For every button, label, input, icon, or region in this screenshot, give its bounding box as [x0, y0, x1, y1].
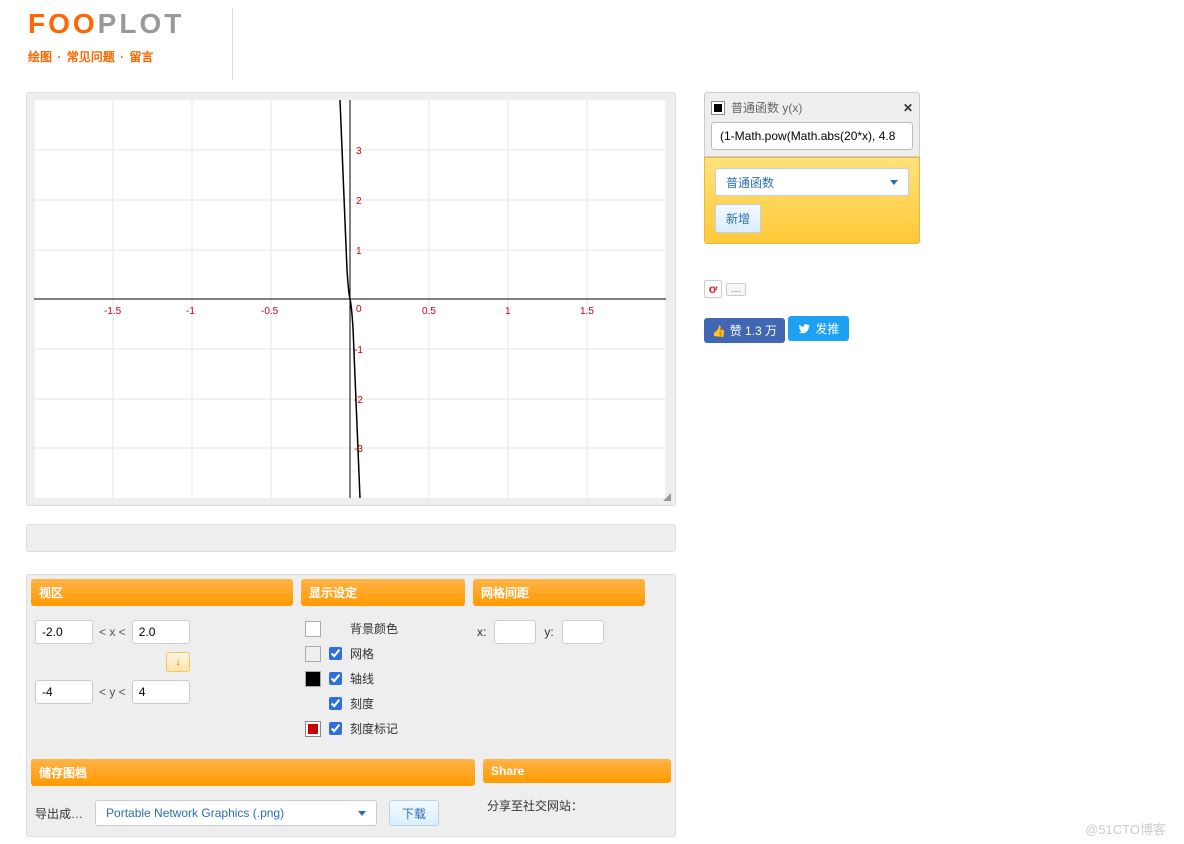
format-dropdown[interactable]: Portable Network Graphics (.png) — [95, 800, 377, 826]
svg-text:0.5: 0.5 — [422, 306, 436, 317]
twitter-icon — [798, 323, 810, 335]
divider — [232, 8, 233, 80]
svg-text:-1: -1 — [354, 345, 363, 356]
twitter-button[interactable]: 发推 — [788, 316, 849, 341]
grid-label: 网格 — [350, 645, 374, 662]
xmax-input[interactable] — [132, 620, 190, 644]
more-icon[interactable]: … — [726, 283, 746, 296]
add-panel: 普通函数 新增 — [704, 157, 920, 244]
display-header: 显示设定 — [301, 579, 465, 606]
tick-label: 刻度 — [350, 695, 374, 712]
close-icon[interactable]: ✕ — [903, 101, 913, 115]
share-header: Share — [483, 759, 671, 783]
nav-links: 绘图 · 常见问题 · 留言 — [28, 48, 184, 65]
function-input[interactable] — [711, 122, 913, 150]
ticklabel-color-swatch[interactable] — [305, 721, 321, 737]
svg-text:-1: -1 — [186, 306, 195, 317]
xlt-label: < x < — [99, 625, 126, 639]
ticklabel-label: 刻度标记 — [350, 720, 398, 737]
grid-checkbox[interactable] — [329, 647, 342, 660]
plot-svg: 321 -1-2-3 -1.5-1-0.5 0 0.511.5 — [34, 100, 666, 498]
sync-range-button[interactable]: ↓ — [166, 652, 190, 672]
function-label: 普通函数 y(x) — [731, 99, 802, 116]
function-type-dropdown[interactable]: 普通函数 — [715, 168, 909, 196]
ymin-input[interactable] — [35, 680, 93, 704]
svg-text:3: 3 — [356, 146, 362, 157]
save-header: 储存图档 — [31, 759, 475, 786]
function-item: 普通函数 y(x) ✕ — [704, 92, 920, 157]
settings-panel: 视区 < x < ↓ < y < — [26, 574, 676, 837]
grid-x-input[interactable] — [494, 620, 536, 644]
svg-text:1: 1 — [505, 306, 511, 317]
axis-checkbox[interactable] — [329, 672, 342, 685]
caret-icon — [358, 811, 366, 816]
function-color-swatch[interactable] — [711, 101, 725, 115]
logo: FOOPLOT — [28, 8, 184, 40]
svg-text:1.5: 1.5 — [580, 306, 594, 317]
svg-text:-0.5: -0.5 — [261, 306, 279, 317]
share-text: 分享至社交网站： — [487, 799, 583, 813]
ymax-input[interactable] — [132, 680, 190, 704]
axis-color-swatch[interactable] — [305, 671, 321, 687]
resize-handle[interactable] — [661, 491, 673, 503]
svg-text:1: 1 — [356, 246, 362, 257]
grid-x-label: x: — [477, 625, 486, 639]
svg-text:-1.5: -1.5 — [104, 306, 122, 317]
nav-faq[interactable]: 常见问题 — [67, 50, 115, 64]
ticklabel-checkbox[interactable] — [329, 722, 342, 735]
svg-text:0: 0 — [356, 304, 362, 315]
weibo-icon[interactable]: ơ — [704, 280, 722, 298]
axis-label: 轴线 — [350, 670, 374, 687]
gridspace-header: 网格间距 — [473, 579, 645, 606]
nav-plot[interactable]: 绘图 — [28, 50, 52, 64]
watermark: @51CTO博客 — [1085, 819, 1166, 838]
xmin-input[interactable] — [35, 620, 93, 644]
viewport-header: 视区 — [31, 579, 293, 606]
svg-text:2: 2 — [356, 196, 362, 207]
thumb-icon — [712, 324, 726, 338]
caret-icon — [890, 180, 898, 185]
tick-checkbox[interactable] — [329, 697, 342, 710]
plot-canvas[interactable]: 321 -1-2-3 -1.5-1-0.5 0 0.511.5 — [34, 100, 666, 498]
facebook-like-button[interactable]: 赞 1.3 万 — [704, 318, 785, 343]
nav-msg[interactable]: 留言 — [129, 50, 153, 64]
bg-label: 背景颜色 — [350, 620, 398, 637]
download-button[interactable]: 下载 — [389, 800, 439, 826]
blank-bar — [26, 524, 676, 552]
grid-y-label: y: — [544, 625, 553, 639]
plot-panel: 321 -1-2-3 -1.5-1-0.5 0 0.511.5 — [26, 92, 676, 506]
add-button[interactable]: 新增 — [715, 204, 761, 233]
ylt-label: < y < — [99, 685, 126, 699]
bg-color-swatch[interactable] — [305, 621, 321, 637]
export-label: 导出成… — [35, 805, 83, 822]
grid-color-swatch[interactable] — [305, 646, 321, 662]
grid-y-input[interactable] — [562, 620, 604, 644]
